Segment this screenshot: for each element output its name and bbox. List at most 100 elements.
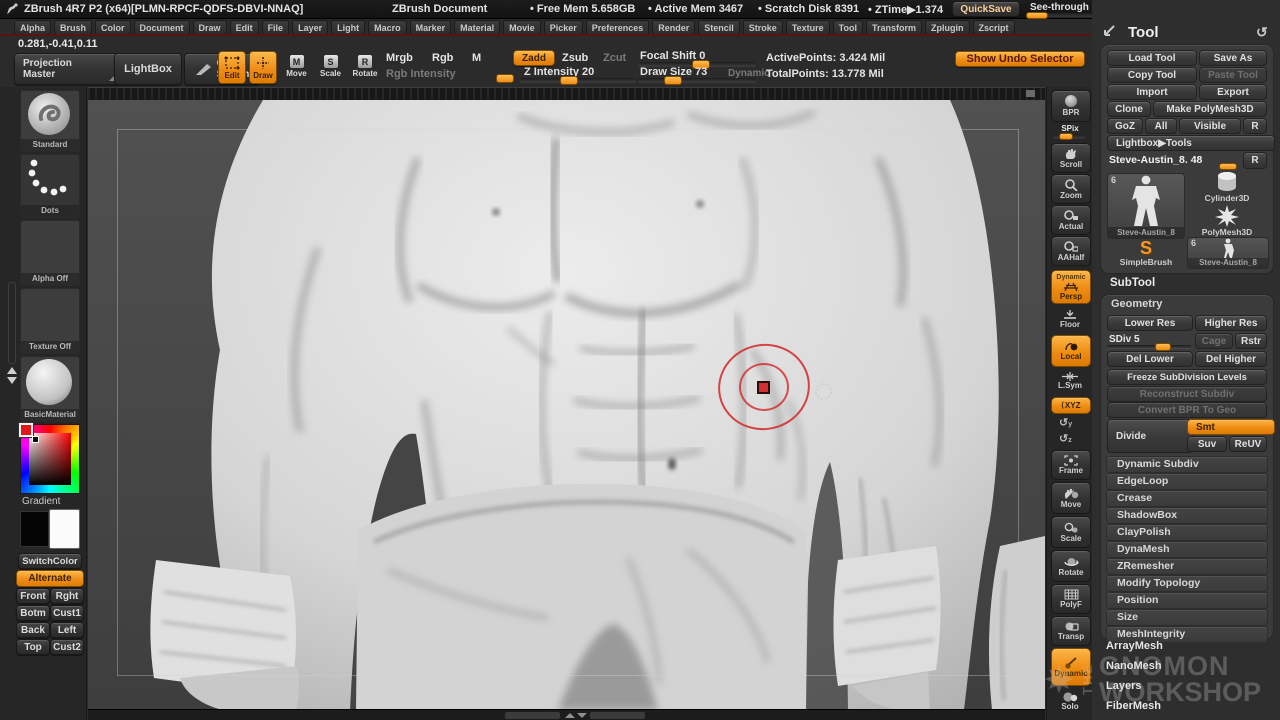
spix-control[interactable]: SPix [1051, 124, 1089, 137]
hscroll-right[interactable] [590, 712, 645, 719]
menu-zscript[interactable]: Zscript [973, 20, 1015, 35]
z-intensity-slider[interactable] [520, 78, 636, 82]
view-botm-button[interactable]: Botm [16, 605, 50, 621]
section-zremesher[interactable]: ZRemesher [1106, 558, 1268, 575]
solo-button[interactable]: Solo [1051, 688, 1089, 714]
menu-file[interactable]: File [262, 20, 290, 35]
suv-button[interactable]: Suv [1187, 436, 1227, 452]
menu-preferences[interactable]: Preferences [586, 20, 650, 35]
tool-polymesh3d[interactable]: PolyMesh3D [1187, 205, 1267, 239]
current-alpha-thumb[interactable]: Alpha Off [20, 220, 80, 286]
section-dynamesh[interactable]: DynaMesh [1106, 541, 1268, 558]
save-as-button[interactable]: Save As [1199, 50, 1267, 66]
scroll-up-icon[interactable] [565, 713, 575, 718]
sdiv-slider[interactable] [1107, 345, 1191, 348]
frame-button[interactable]: Frame [1051, 450, 1091, 480]
sdiv-slider-label[interactable]: SDiv 5 [1109, 334, 1140, 345]
divide-button[interactable]: Divide [1107, 419, 1193, 453]
aahalf-button[interactable]: AAHalf [1051, 236, 1091, 266]
menu-layer[interactable]: Layer [292, 20, 328, 35]
export-button[interactable]: Export [1199, 84, 1267, 100]
restore-config-icon[interactable]: ↺ [1256, 24, 1268, 41]
sdiv-slider-handle[interactable] [1155, 343, 1171, 351]
menu-draw[interactable]: Draw [193, 20, 227, 35]
import-button[interactable]: Import [1107, 84, 1197, 100]
hscroll-left[interactable] [505, 712, 560, 719]
goz-button[interactable]: GoZ [1107, 118, 1143, 134]
canvas[interactable] [88, 100, 1045, 710]
gradient-label[interactable]: Gradient [22, 496, 60, 507]
rgb-intensity-handle[interactable] [496, 74, 514, 83]
spin-y-icon[interactable]: ↺y [1059, 416, 1072, 429]
current-material-thumb[interactable]: BasicMaterial [20, 356, 80, 422]
del-lower-button[interactable]: Del Lower [1107, 351, 1193, 367]
polyframe-button[interactable]: PolyF [1051, 584, 1091, 614]
load-tool-button[interactable]: Load Tool [1107, 50, 1197, 66]
rotate-button[interactable]: R Rotate [350, 51, 380, 82]
xyz-button[interactable]: ( XYZ [1051, 397, 1091, 414]
view-back-button[interactable]: Back [16, 622, 50, 638]
switch-color-button[interactable]: SwitchColor [18, 553, 82, 569]
section-crease[interactable]: Crease [1106, 490, 1268, 507]
tray-collapse-down-icon[interactable] [7, 377, 17, 384]
view-top-button[interactable]: Top [16, 639, 50, 655]
goz-visible-button[interactable]: Visible [1179, 118, 1241, 134]
copy-tool-button[interactable]: Copy Tool [1107, 67, 1197, 83]
menu-brush[interactable]: Brush [54, 20, 92, 35]
section-shadowbox[interactable]: ShadowBox [1106, 507, 1268, 524]
lightbox-tools-button[interactable]: Lightbox▶Tools [1107, 135, 1275, 151]
quicksave-button[interactable]: QuickSave [952, 1, 1020, 17]
tool-name-slider[interactable] [1219, 163, 1237, 170]
menu-color[interactable]: Color [95, 20, 131, 35]
menu-movie[interactable]: Movie [503, 20, 541, 35]
menu-transform[interactable]: Transform [866, 20, 922, 35]
menu-picker[interactable]: Picker [544, 20, 583, 35]
alternate-button[interactable]: Alternate [16, 570, 84, 587]
mrgb-button[interactable]: Mrgb [386, 52, 413, 64]
menu-macro[interactable]: Macro [368, 20, 407, 35]
menu-zplugin[interactable]: Zplugin [925, 20, 970, 35]
menu-stroke[interactable]: Stroke [743, 20, 783, 35]
reuv-button[interactable]: ReUV [1229, 436, 1267, 452]
rgb-button[interactable]: Rgb [432, 52, 453, 64]
view-cust1-button[interactable]: Cust1 [50, 605, 84, 621]
secondary-color-swatch[interactable] [49, 509, 80, 549]
timeline[interactable] [88, 87, 1045, 101]
menu-document[interactable]: Document [134, 20, 190, 35]
rstr-button[interactable]: Rstr [1235, 333, 1267, 349]
goz-r-button[interactable]: R [1243, 118, 1267, 134]
bpr-button[interactable]: BPR [1051, 90, 1091, 122]
menu-render[interactable]: Render [652, 20, 695, 35]
z-intensity-handle[interactable] [560, 76, 578, 85]
current-stroke-thumb[interactable]: Dots [20, 154, 80, 218]
zsub-button[interactable]: Zsub [562, 52, 588, 64]
menu-alpha[interactable]: Alpha [14, 20, 51, 35]
view-cust2-button[interactable]: Cust2 [50, 639, 84, 655]
floor-button[interactable]: Floor [1051, 306, 1089, 332]
goz-all-button[interactable]: All [1145, 118, 1177, 134]
menu-material[interactable]: Material [454, 20, 500, 35]
main-color-swatch[interactable] [20, 511, 49, 547]
timeline-marker[interactable] [1026, 90, 1035, 97]
m-button[interactable]: M [472, 52, 481, 64]
scale-button[interactable]: S Scale [317, 51, 344, 82]
draw-size-handle[interactable] [664, 76, 682, 85]
tray-slider[interactable] [8, 282, 16, 364]
transp-button[interactable]: Transp [1051, 616, 1091, 646]
projection-master-button[interactable]: Projection Master [14, 53, 120, 85]
scale3d-button[interactable]: Scale [1051, 516, 1091, 548]
zoom-button[interactable]: Zoom [1051, 174, 1091, 204]
tool-simplebrush[interactable]: S SimpleBrush [1111, 239, 1181, 271]
rgb-intensity-slider[interactable] [384, 76, 514, 80]
spix-slider[interactable] [1053, 134, 1085, 138]
section-dynamic-subdiv[interactable]: Dynamic Subdiv [1106, 456, 1268, 473]
palette-nanomesh[interactable]: NanoMesh [1106, 660, 1162, 672]
menu-edit[interactable]: Edit [230, 20, 259, 35]
tray-collapse-up-icon[interactable] [7, 367, 17, 374]
tool-r-button[interactable]: R [1243, 152, 1267, 169]
current-tool-name[interactable]: Steve-Austin_8. 48 [1109, 154, 1202, 166]
section-modify-topology[interactable]: Modify Topology [1106, 575, 1268, 592]
local-button[interactable]: Local [1051, 335, 1091, 367]
section-claypolish[interactable]: ClayPolish [1106, 524, 1268, 541]
palette-fibermesh[interactable]: FiberMesh [1106, 700, 1161, 712]
